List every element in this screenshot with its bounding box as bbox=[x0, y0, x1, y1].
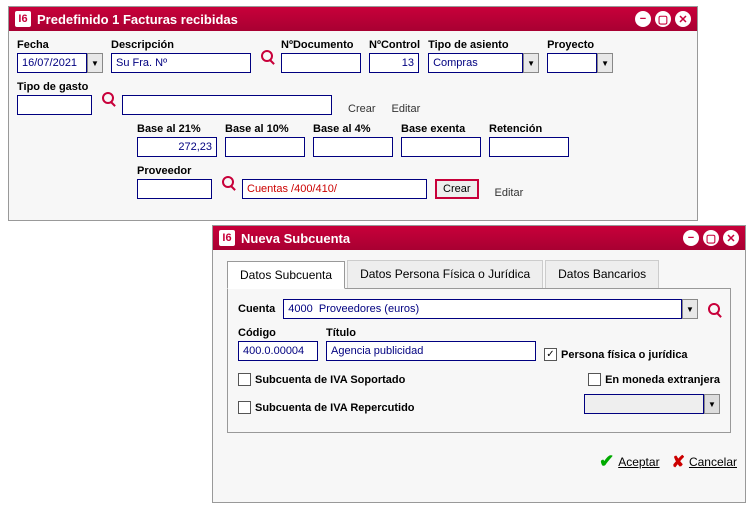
field-base-exenta: Base exenta bbox=[401, 123, 481, 157]
link-editar[interactable]: Editar bbox=[392, 103, 421, 115]
label-fecha: Fecha bbox=[17, 39, 103, 51]
field-tipo-gasto: Tipo de gasto bbox=[17, 81, 92, 115]
input-tipo-gasto[interactable] bbox=[17, 95, 92, 115]
label-descripcion: Descripción bbox=[111, 39, 251, 51]
checkbox-iva-repercutido[interactable] bbox=[238, 401, 251, 414]
field-ncontrol: NºControl bbox=[369, 39, 420, 73]
input-descripcion[interactable] bbox=[111, 53, 251, 73]
search-icon[interactable] bbox=[708, 303, 720, 315]
titlebar-facturas: I6 Predefinido 1 Facturas recibidas − ▢ … bbox=[9, 7, 697, 31]
crear-button[interactable]: Crear bbox=[435, 179, 479, 199]
field-titulo: Título bbox=[326, 327, 536, 361]
titlebar-subcuenta: I6 Nueva Subcuenta − ▢ ✕ bbox=[213, 226, 745, 250]
app-icon: I6 bbox=[15, 11, 31, 27]
field-proyecto: Proyecto ▼ bbox=[547, 39, 613, 73]
input-fecha[interactable] bbox=[17, 53, 87, 73]
label-proyecto: Proyecto bbox=[547, 39, 613, 51]
field-base10: Base al 10% bbox=[225, 123, 305, 157]
aceptar-button[interactable]: ✔ Aceptar bbox=[599, 451, 659, 472]
label-iva-soportado: Subcuenta de IVA Soportado bbox=[255, 374, 405, 386]
label-persona: Persona física o jurídica bbox=[561, 349, 688, 361]
input-proyecto[interactable] bbox=[547, 53, 597, 73]
field-base4: Base al 4% bbox=[313, 123, 393, 157]
input-tipo-gasto-desc[interactable] bbox=[122, 95, 332, 115]
input-moneda bbox=[584, 394, 704, 414]
label-ncontrol: NºControl bbox=[369, 39, 420, 51]
label-tipo-asiento: Tipo de asiento bbox=[428, 39, 539, 51]
input-titulo[interactable] bbox=[326, 341, 536, 361]
dropdown-cuenta[interactable]: ▼ bbox=[682, 299, 698, 319]
label-base10: Base al 10% bbox=[225, 123, 305, 135]
checkbox-persona[interactable]: ✓ bbox=[544, 348, 557, 361]
input-ndocumento[interactable] bbox=[281, 53, 361, 73]
label-titulo: Título bbox=[326, 327, 536, 339]
maximize-button[interactable]: ▢ bbox=[703, 230, 719, 246]
dropdown-tipo-asiento[interactable]: ▼ bbox=[523, 53, 539, 73]
field-descripcion: Descripción bbox=[111, 39, 251, 73]
field-proveedor: Proveedor bbox=[137, 165, 212, 199]
search-icon[interactable] bbox=[102, 92, 114, 104]
label-iva-repercutido: Subcuenta de IVA Repercutido bbox=[255, 402, 415, 414]
field-tipo-asiento: Tipo de asiento ▼ bbox=[428, 39, 539, 73]
search-icon[interactable] bbox=[222, 176, 234, 188]
input-cuenta[interactable] bbox=[283, 299, 682, 319]
input-proveedor-desc[interactable] bbox=[242, 179, 427, 199]
label-codigo: Código bbox=[238, 327, 318, 339]
label-base4: Base al 4% bbox=[313, 123, 393, 135]
input-ncontrol[interactable] bbox=[369, 53, 419, 73]
label-ndocumento: NºDocumento bbox=[281, 39, 361, 51]
field-codigo: Código bbox=[238, 327, 318, 361]
label-moneda: En moneda extranjera bbox=[605, 374, 720, 386]
aceptar-label: Aceptar bbox=[618, 455, 659, 469]
input-codigo[interactable] bbox=[238, 341, 318, 361]
search-icon[interactable] bbox=[261, 50, 273, 62]
label-proveedor: Proveedor bbox=[137, 165, 212, 177]
cancelar-label: Cancelar bbox=[689, 455, 737, 469]
tab-datos-persona[interactable]: Datos Persona Física o Jurídica bbox=[347, 260, 543, 288]
field-fecha: Fecha ▼ bbox=[17, 39, 103, 73]
minimize-button[interactable]: − bbox=[635, 11, 651, 27]
close-button[interactable]: ✕ bbox=[723, 230, 739, 246]
field-base21: Base al 21% bbox=[137, 123, 217, 157]
window-title: Nueva Subcuenta bbox=[241, 231, 350, 246]
close-button[interactable]: ✕ bbox=[675, 11, 691, 27]
minimize-button[interactable]: − bbox=[683, 230, 699, 246]
tab-datos-bancarios[interactable]: Datos Bancarios bbox=[545, 260, 659, 288]
checkbox-iva-soportado[interactable] bbox=[238, 373, 251, 386]
app-icon: I6 bbox=[219, 230, 235, 246]
input-base-exenta[interactable] bbox=[401, 137, 481, 157]
label-tipo-gasto: Tipo de gasto bbox=[17, 81, 92, 93]
window-title: Predefinido 1 Facturas recibidas bbox=[37, 12, 238, 27]
cancelar-button[interactable]: ✘ Cancelar bbox=[672, 451, 737, 472]
input-tipo-asiento[interactable] bbox=[428, 53, 523, 73]
maximize-button[interactable]: ▢ bbox=[655, 11, 671, 27]
checkbox-moneda[interactable] bbox=[588, 373, 601, 386]
dropdown-proyecto[interactable]: ▼ bbox=[597, 53, 613, 73]
field-retencion: Retención bbox=[489, 123, 569, 157]
check-icon: ✔ bbox=[599, 451, 614, 472]
dropdown-fecha[interactable]: ▼ bbox=[87, 53, 103, 73]
input-retencion[interactable] bbox=[489, 137, 569, 157]
window-facturas: I6 Predefinido 1 Facturas recibidas − ▢ … bbox=[8, 6, 698, 221]
input-proveedor-code[interactable] bbox=[137, 179, 212, 199]
x-icon: ✘ bbox=[672, 452, 685, 472]
link-editar[interactable]: Editar bbox=[495, 187, 524, 199]
window-subcuenta: I6 Nueva Subcuenta − ▢ ✕ Datos Subcuenta… bbox=[212, 225, 746, 503]
label-base21: Base al 21% bbox=[137, 123, 217, 135]
link-crear[interactable]: Crear bbox=[348, 103, 376, 115]
field-ndocumento: NºDocumento bbox=[281, 39, 361, 73]
label-base-exenta: Base exenta bbox=[401, 123, 481, 135]
input-base21[interactable] bbox=[137, 137, 217, 157]
dropdown-moneda: ▼ bbox=[704, 394, 720, 414]
input-base4[interactable] bbox=[313, 137, 393, 157]
input-base10[interactable] bbox=[225, 137, 305, 157]
label-retencion: Retención bbox=[489, 123, 569, 135]
tabs: Datos Subcuenta Datos Persona Física o J… bbox=[227, 260, 731, 289]
footer: ✔ Aceptar ✘ Cancelar bbox=[213, 443, 745, 480]
label-cuenta: Cuenta bbox=[238, 303, 275, 315]
tab-datos-subcuenta[interactable]: Datos Subcuenta bbox=[227, 261, 345, 289]
